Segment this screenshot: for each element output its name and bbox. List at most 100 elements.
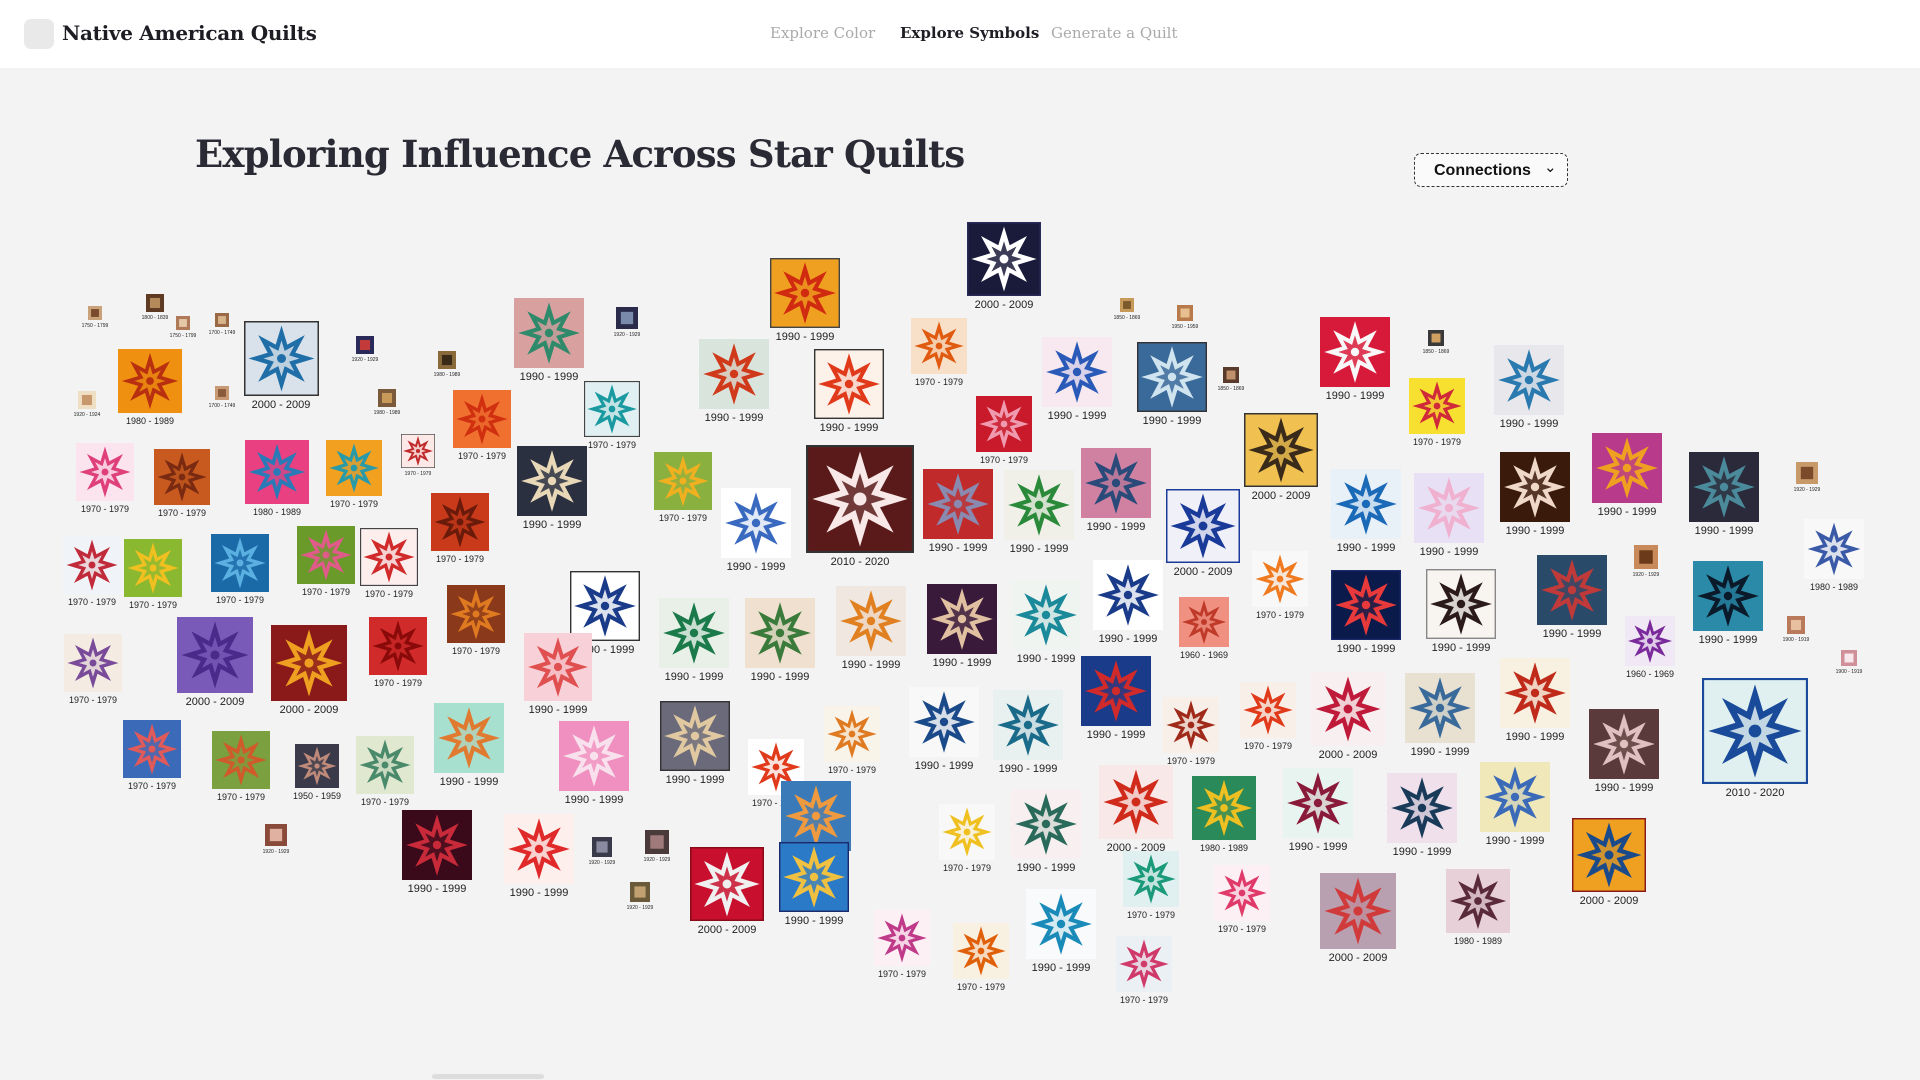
quilt-thumbnail[interactable]: 1800 - 1839 (142, 294, 168, 321)
quilt-thumbnail[interactable]: 2000 - 2009 (1166, 489, 1240, 578)
quilt-thumbnail[interactable]: 1970 - 1979 (326, 440, 382, 509)
quilt-thumbnail[interactable]: 1990 - 1999 (1405, 673, 1475, 758)
quilt-thumbnail[interactable]: 1850 - 1869 (1114, 298, 1140, 321)
quilt-thumbnail[interactable]: 1970 - 1979 (63, 536, 121, 607)
quilt-thumbnail[interactable]: 2010 - 2020 (1702, 678, 1808, 799)
quilt-thumbnail[interactable]: 1990 - 1999 (1537, 555, 1607, 640)
quilt-thumbnail[interactable]: 1990 - 1999 (909, 687, 979, 772)
quilt-thumbnail[interactable]: 2000 - 2009 (1099, 765, 1173, 854)
quilt-thumbnail[interactable]: 1980 - 1989 (1192, 776, 1256, 853)
quilt-thumbnail[interactable]: 1990 - 1999 (524, 633, 592, 716)
quilt-thumbnail[interactable]: 1970 - 1979 (654, 452, 712, 523)
quilt-thumbnail[interactable]: 1990 - 1999 (659, 598, 729, 683)
quilt-thumbnail[interactable]: 1990 - 1999 (1042, 337, 1112, 422)
quilt-thumbnail[interactable]: 1920 - 1929 (589, 837, 615, 866)
quilt-thumbnail[interactable]: 1970 - 1979 (953, 923, 1009, 992)
quilt-thumbnail[interactable]: 1850 - 1869 (1423, 330, 1449, 355)
quilt-thumbnail[interactable]: 1980 - 1989 (434, 351, 460, 378)
quilt-thumbnail[interactable]: 1920 - 1929 (614, 307, 640, 338)
quilt-thumbnail[interactable]: 1990 - 1999 (770, 258, 840, 343)
quilt-thumbnail[interactable]: 1900 - 1919 (1836, 650, 1862, 675)
quilt-thumbnail[interactable]: 1970 - 1979 (212, 731, 270, 802)
quilt-thumbnail[interactable]: 1970 - 1979 (76, 443, 134, 514)
quilt-thumbnail[interactable]: 1990 - 1999 (1589, 709, 1659, 794)
quilt-thumbnail[interactable]: 1990 - 1999 (699, 339, 769, 424)
quilt-thumbnail[interactable]: 1980 - 1989 (374, 389, 400, 416)
quilt-thumbnail[interactable]: 1990 - 1999 (1331, 469, 1401, 554)
quilt-thumbnail[interactable]: 1970 - 1979 (356, 736, 414, 807)
quilt-thumbnail[interactable]: 1990 - 1999 (1689, 452, 1759, 537)
quilt-thumbnail[interactable]: 1990 - 1999 (923, 469, 993, 554)
quilt-thumbnail[interactable]: 1970 - 1979 (1163, 697, 1219, 766)
quilt-thumbnail[interactable]: 1990 - 1999 (1137, 342, 1207, 427)
quilt-thumbnail[interactable]: 1990 - 1999 (517, 446, 587, 531)
quilt-thumbnail[interactable]: 1970 - 1979 (453, 390, 511, 461)
quilt-thumbnail[interactable]: 1920 - 1929 (627, 882, 653, 911)
quilt-thumbnail[interactable]: 2000 - 2009 (271, 625, 347, 716)
quilt-thumbnail[interactable]: 1970 - 1979 (297, 526, 355, 597)
quilt-thumbnail[interactable]: 1970 - 1979 (584, 381, 640, 450)
quilt-thumbnail[interactable]: 1970 - 1979 (123, 720, 181, 791)
quilt-thumbnail[interactable]: 1990 - 1999 (402, 810, 472, 895)
quilt-thumbnail[interactable]: 1990 - 1999 (745, 598, 815, 683)
quilt-thumbnail[interactable]: 1980 - 1989 (1804, 519, 1864, 592)
quilt-thumbnail[interactable]: 1700 - 1749 (209, 386, 235, 409)
quilt-thumbnail[interactable]: 1920 - 1929 (263, 824, 289, 855)
quilt-thumbnail[interactable]: 2000 - 2009 (1244, 413, 1318, 502)
quilt-thumbnail[interactable]: 1850 - 1869 (1218, 367, 1244, 392)
quilt-thumbnail[interactable]: 1990 - 1999 (1500, 658, 1570, 743)
quilt-thumbnail[interactable]: 1970 - 1979 (64, 634, 122, 705)
quilt-thumbnail[interactable]: 1970 - 1979 (976, 396, 1032, 465)
quilt-thumbnail[interactable]: 1990 - 1999 (1480, 762, 1550, 847)
quilt-thumbnail[interactable]: 1990 - 1999 (1592, 433, 1662, 518)
quilt-thumbnail[interactable]: 1970 - 1979 (447, 585, 505, 656)
quilt-thumbnail[interactable]: 1970 - 1979 (939, 804, 995, 873)
quilt-thumbnail[interactable]: 1990 - 1999 (781, 781, 851, 866)
quilt-thumbnail[interactable]: 1990 - 1999 (993, 690, 1063, 775)
quilt-thumbnail[interactable]: 2000 - 2009 (967, 222, 1041, 311)
quilt-thumbnail[interactable]: 1920 - 1929 (1794, 462, 1820, 493)
quilt-thumbnail[interactable]: 1980 - 1989 (245, 440, 309, 517)
quilt-thumbnail[interactable]: 1970 - 1979 (824, 706, 880, 775)
quilt-thumbnail[interactable]: 1990 - 1999 (1387, 773, 1457, 858)
quilt-thumbnail[interactable]: 1920 - 1924 (74, 391, 100, 418)
quilt-thumbnail[interactable]: 1990 - 1999 (1081, 656, 1151, 741)
quilt-thumbnail[interactable]: 1970 - 1979 (911, 318, 967, 387)
quilt-thumbnail[interactable]: 1960 - 1969 (1625, 616, 1675, 679)
quilt-thumbnail[interactable]: 1990 - 1999 (836, 586, 906, 671)
quilt-thumbnail[interactable]: 2010 - 2020 (806, 445, 914, 568)
quilt-thumbnail[interactable]: 1750 - 1799 (82, 306, 108, 329)
quilt-thumbnail[interactable]: 1970 - 1979 (1240, 682, 1296, 751)
quilt-thumbnail[interactable]: 1990 - 1999 (1426, 569, 1496, 654)
quilt-thumbnail[interactable]: 1970 - 1979 (431, 493, 489, 564)
quilt-thumbnail[interactable]: 1990 - 1999 (814, 349, 884, 434)
quilt-thumbnail[interactable]: 1970 - 1979 (1116, 936, 1172, 1005)
quilt-thumbnail[interactable]: 1970 - 1979 (1123, 851, 1179, 920)
quilt-thumbnail[interactable]: 2000 - 2009 (243, 320, 319, 411)
quilt-thumbnail[interactable]: 1990 - 1999 (1331, 570, 1401, 655)
quilt-thumbnail[interactable]: 1990 - 1999 (927, 584, 997, 669)
quilt-thumbnail[interactable]: 1750 - 1799 (170, 316, 196, 339)
quilt-thumbnail[interactable]: 1970 - 1979 (369, 617, 427, 688)
quilt-thumbnail[interactable]: 2000 - 2009 (1311, 672, 1385, 761)
quilt-thumbnail[interactable]: 2000 - 2009 (1320, 873, 1396, 964)
quilt-thumbnail[interactable]: 1990 - 1999 (1494, 345, 1564, 430)
quilt-thumbnail[interactable]: 1970 - 1979 (1252, 551, 1308, 620)
quilt-thumbnail[interactable]: 1900 - 1919 (1783, 616, 1809, 643)
horizontal-scroll-indicator[interactable] (432, 1074, 544, 1079)
quilt-thumbnail[interactable]: 1970 - 1979 (154, 449, 210, 518)
quilt-thumbnail[interactable]: 1990 - 1999 (1283, 768, 1353, 853)
quilt-thumbnail[interactable]: 1990 - 1999 (660, 701, 730, 786)
quilt-thumbnail[interactable]: 1990 - 1999 (1026, 889, 1096, 974)
quilt-thumbnail[interactable]: 1700 - 1749 (209, 313, 235, 336)
quilt-thumbnail[interactable]: 1990 - 1999 (1320, 317, 1390, 402)
quilt-thumbnail[interactable]: 1990 - 1999 (1004, 470, 1074, 555)
quilt-thumbnail[interactable]: 1990 - 1999 (1011, 580, 1081, 665)
quilt-thumbnail[interactable]: 1990 - 1999 (434, 703, 504, 788)
quilt-thumbnail[interactable]: 1960 - 1969 (1179, 597, 1229, 660)
quilt-thumbnail[interactable]: 1970 - 1979 (1214, 865, 1270, 934)
quilt-thumbnail[interactable]: 1920 - 1929 (644, 830, 670, 863)
quilt-thumbnail[interactable]: 1970 - 1979 (360, 528, 418, 599)
quilt-thumbnail[interactable]: 1920 - 1929 (1633, 545, 1659, 578)
quilt-thumbnail[interactable]: 1970 - 1979 (1409, 378, 1465, 447)
